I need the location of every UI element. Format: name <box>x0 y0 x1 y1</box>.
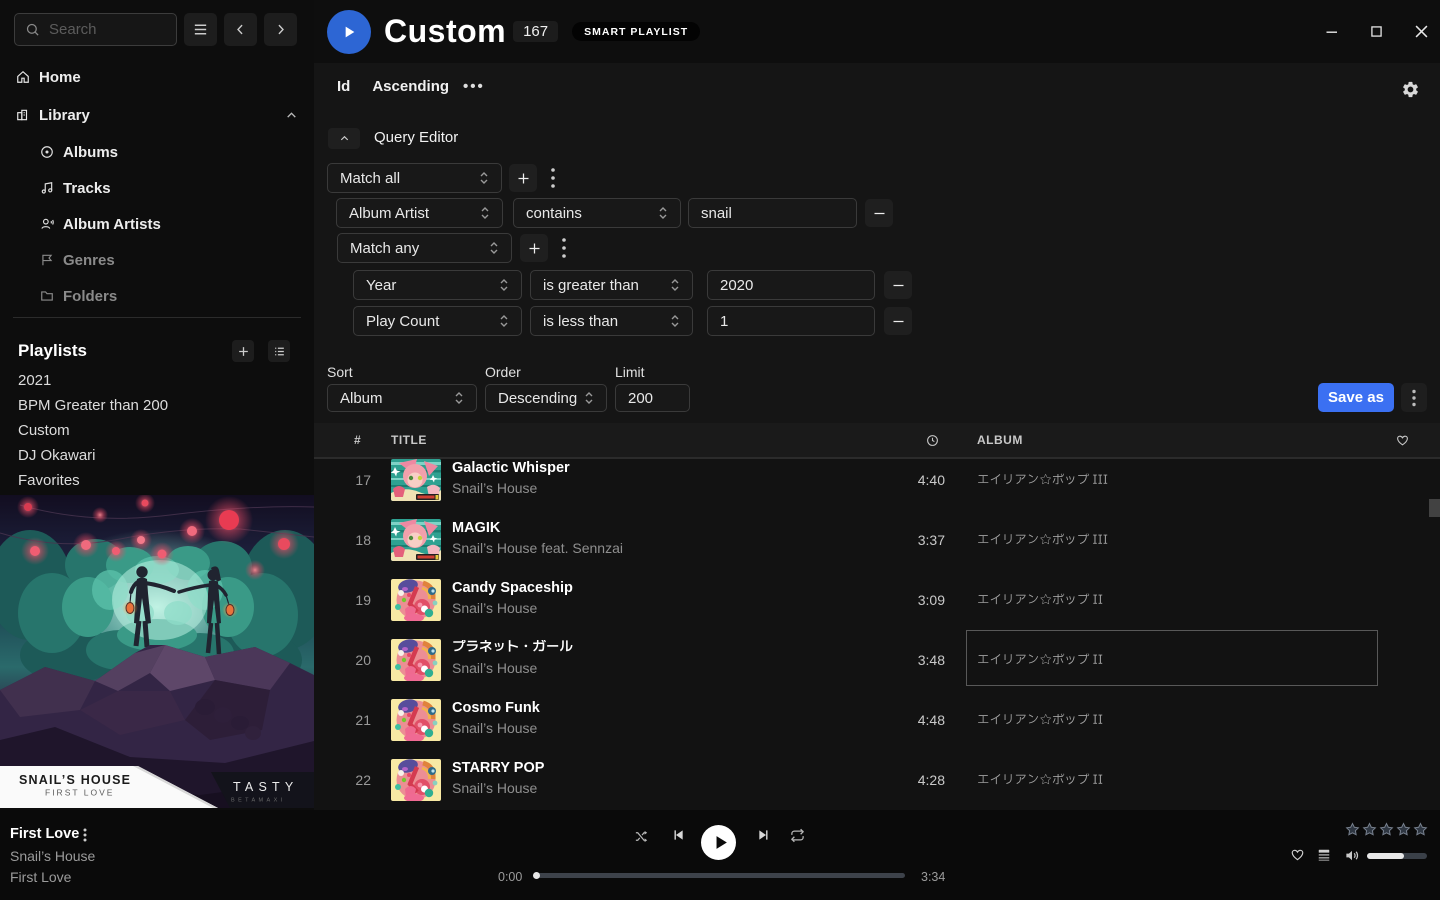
svg-text:SNAIL’S HOUSE: SNAIL’S HOUSE <box>19 773 131 787</box>
svg-text:BETAMAXI: BETAMAXI <box>231 798 286 804</box>
svg-text:TASTY: TASTY <box>233 780 298 794</box>
svg-text:FIRST LOVE: FIRST LOVE <box>45 788 114 798</box>
